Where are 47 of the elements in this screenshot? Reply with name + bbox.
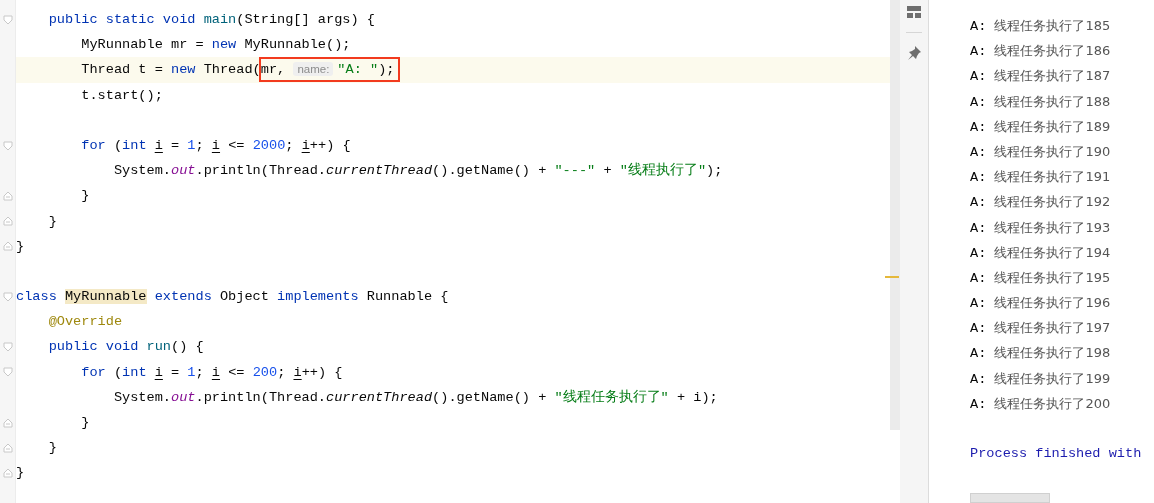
fold-icon[interactable] bbox=[2, 140, 13, 151]
fold-icon[interactable] bbox=[2, 216, 13, 227]
console-line: A: 线程任务执行了194 bbox=[970, 245, 1111, 261]
console-line: A: 线程任务执行了197 bbox=[970, 321, 1111, 337]
code-line: } bbox=[16, 237, 25, 256]
code-line: } bbox=[47, 439, 57, 458]
scrollbar-track[interactable] bbox=[890, 0, 900, 430]
code-line: @Override bbox=[47, 313, 123, 332]
code-line: } bbox=[80, 414, 90, 432]
code-line: System.out.println(Thread.currentThread().getName() + "线程任务执行了" + i); bbox=[112, 388, 718, 407]
console-line: A: 线程任务执行了189 bbox=[970, 119, 1111, 135]
code-line: t.start(); bbox=[80, 86, 163, 105]
code-line: } bbox=[47, 212, 57, 231]
console-line: A: 线程任务执行了188 bbox=[970, 94, 1111, 110]
fold-icon[interactable] bbox=[2, 190, 13, 201]
console-line: Process finished with bbox=[970, 446, 1142, 462]
console-line: A: 线程任务执行了190 bbox=[970, 144, 1111, 160]
fold-icon[interactable] bbox=[2, 467, 13, 478]
console-line: A: 线程任务执行了196 bbox=[970, 296, 1111, 312]
code-line: public void run() { bbox=[47, 338, 204, 357]
scrollbar-thumb[interactable] bbox=[970, 493, 1050, 503]
fold-icon[interactable] bbox=[2, 417, 13, 428]
console-line: A: 线程任务执行了198 bbox=[970, 346, 1111, 362]
console-line: A: 线程任务执行了200 bbox=[970, 396, 1111, 412]
fold-icon[interactable] bbox=[2, 291, 13, 302]
console-line: A: 线程任务执行了191 bbox=[970, 170, 1111, 186]
console-line: A: 线程任务执行了185 bbox=[970, 19, 1111, 34]
code-line: for (int i = 1; i <= 2000; i++) { bbox=[80, 136, 351, 155]
code-line: MyRunnable mr = new MyRunnable(); bbox=[80, 36, 351, 55]
console-line: A: 线程任务执行了187 bbox=[970, 69, 1111, 85]
fold-icon[interactable] bbox=[2, 367, 13, 378]
code-line: } bbox=[80, 187, 90, 206]
code-line: } bbox=[16, 464, 25, 483]
console-line: A: 线程任务执行了195 bbox=[970, 270, 1111, 286]
scroll-marker[interactable] bbox=[885, 276, 899, 278]
console-line: A: 线程任务执行了193 bbox=[970, 220, 1111, 236]
fold-icon[interactable] bbox=[2, 342, 13, 353]
code-line: for (int i = 1; i <= 200; i++) { bbox=[80, 363, 343, 382]
fold-icon[interactable] bbox=[2, 241, 13, 252]
code-line: public static void main(String[] args) { bbox=[47, 11, 375, 29]
console-line: A: 线程任务执行了192 bbox=[970, 195, 1111, 211]
fold-icon[interactable] bbox=[2, 442, 13, 453]
console-line: A: 线程任务执行了199 bbox=[970, 371, 1111, 387]
fold-icon[interactable] bbox=[2, 14, 13, 25]
console-line: A: 线程任务执行了186 bbox=[970, 44, 1111, 60]
code-line: System.out.println(Thread.currentThread().getName() + "---" + "线程执行了"); bbox=[112, 161, 723, 181]
code-line: class MyRunnable extends Object implements Runnable { bbox=[16, 288, 449, 307]
